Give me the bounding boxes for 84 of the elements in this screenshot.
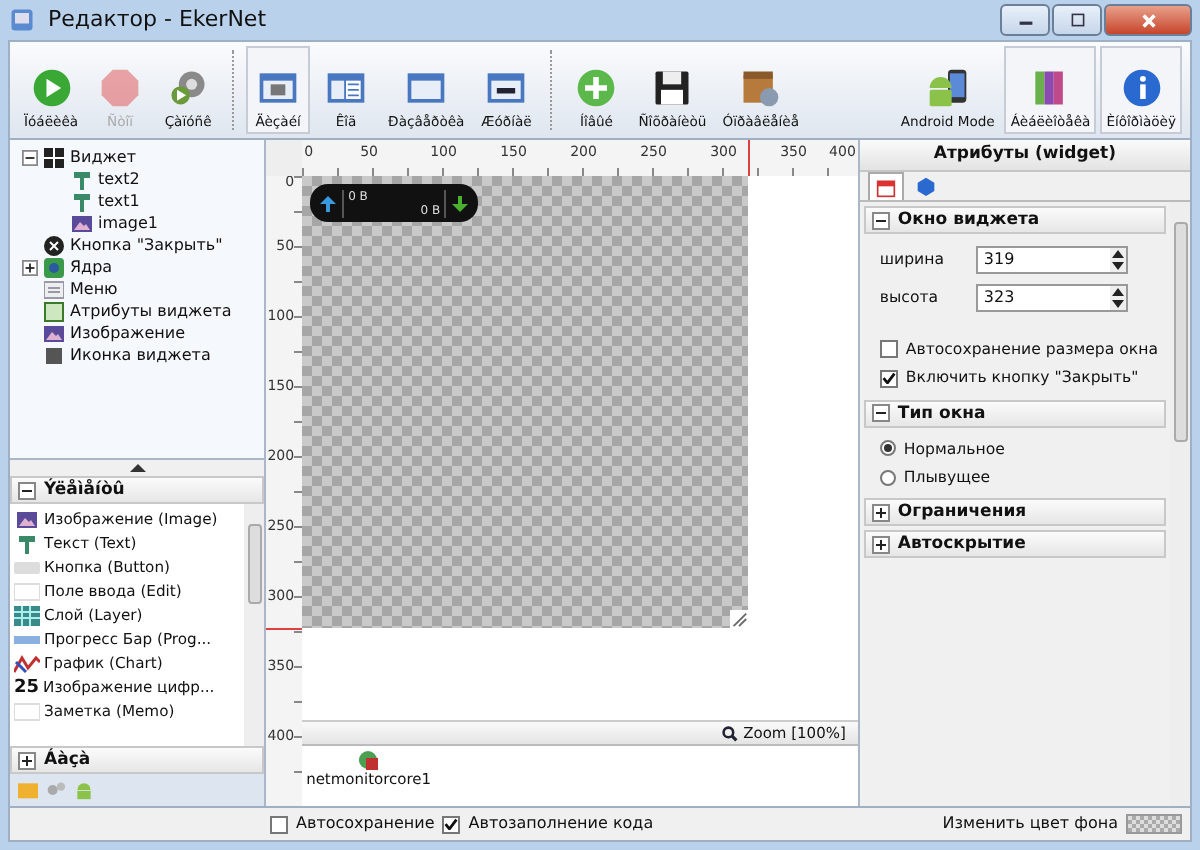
tree-item[interactable]: text2	[98, 169, 140, 189]
close-button[interactable]	[1104, 4, 1192, 36]
section-title: Ограничения	[897, 502, 1027, 523]
expand-icon[interactable]	[18, 751, 36, 769]
app-icon	[8, 6, 36, 34]
search-icon[interactable]	[721, 723, 738, 743]
tree-item[interactable]: Ядра	[70, 257, 113, 277]
maximize-button[interactable]	[1052, 4, 1102, 36]
tree-item[interactable]: Атрибуты виджета	[70, 301, 232, 321]
button-icon	[14, 558, 40, 578]
background-color-label[interactable]: Изменить цвет фона	[942, 814, 1118, 834]
stop-icon	[98, 65, 143, 110]
frame-icon	[44, 301, 64, 321]
expand-icon[interactable]	[871, 503, 890, 522]
checkbox-label[interactable]: Автозаполнение кода	[468, 814, 654, 834]
tree-item[interactable]: Меню	[70, 279, 118, 299]
check-icon	[444, 817, 459, 831]
digits-icon: 25	[14, 677, 40, 699]
radio-button[interactable]	[879, 440, 896, 457]
text-icon	[14, 534, 40, 554]
radio-button[interactable]	[879, 469, 896, 486]
section-header[interactable]: Тип окна	[863, 399, 1166, 428]
section-title: Автоскрытие	[897, 534, 1026, 555]
checkbox[interactable]	[879, 369, 898, 388]
maximize-icon	[1069, 12, 1085, 28]
section-title: Ýëåìåíòû	[44, 479, 125, 501]
section-title: Áàçà	[44, 749, 91, 771]
spin-arrows-icon[interactable]	[1109, 286, 1126, 310]
number-spinner[interactable]: 323	[975, 284, 1128, 312]
tree-item[interactable]: Виджет	[70, 147, 137, 167]
scrollbar[interactable]	[244, 504, 265, 746]
layer-grid-icon	[14, 606, 40, 626]
image-icon	[44, 323, 64, 343]
checkbox[interactable]	[442, 815, 461, 833]
expand-icon[interactable]	[22, 259, 38, 275]
up-arrow-icon	[318, 193, 339, 213]
expand-icon[interactable]	[871, 535, 890, 554]
cube-icon	[915, 176, 936, 196]
grid-icon	[44, 147, 64, 167]
color-swatch[interactable]	[1126, 814, 1182, 834]
checkbox-label[interactable]: Автосохранение	[296, 814, 435, 834]
number-spinner[interactable]: 319	[975, 246, 1128, 274]
add-icon	[574, 65, 619, 110]
collapse-icon[interactable]	[871, 404, 890, 423]
android-phone-icon	[925, 65, 970, 110]
play-icon	[29, 65, 74, 110]
collapse-icon[interactable]	[871, 211, 890, 229]
spin-arrows-icon[interactable]	[1109, 248, 1126, 272]
tree-item[interactable]: Кнопка "Закрыть"	[70, 235, 223, 255]
square-icon	[44, 345, 64, 365]
panel-title: Атрибуты (widget)	[859, 140, 1190, 172]
tree-item[interactable]: image1	[98, 213, 159, 233]
chart-icon	[14, 654, 40, 674]
network-component-icon[interactable]	[358, 750, 379, 770]
check-icon	[881, 371, 896, 385]
section-title: Тип окна	[897, 403, 986, 424]
calendar-icon	[875, 177, 896, 197]
info-icon	[1119, 65, 1164, 110]
tree-item[interactable]: Изображение	[70, 323, 186, 343]
collapse-icon[interactable]	[22, 149, 38, 165]
section-header[interactable]: Автоскрытие	[863, 530, 1166, 559]
tree-item[interactable]: text1	[98, 191, 140, 211]
close-icon	[1139, 11, 1157, 29]
collapse-icon[interactable]	[18, 481, 36, 499]
collapse-arrow-icon[interactable]	[127, 462, 148, 474]
minimize-button[interactable]	[1000, 4, 1050, 36]
window-title: Редактор - EkerNet	[48, 6, 269, 34]
section-header[interactable]: Ýëåìåíòû	[10, 476, 265, 504]
panel-tab[interactable]	[867, 172, 904, 200]
close-circle-icon	[44, 235, 64, 255]
menu-icon	[44, 279, 64, 299]
down-arrow-icon	[450, 193, 471, 213]
image-icon	[72, 213, 92, 233]
progress-bar-icon	[14, 630, 40, 650]
section-header[interactable]: Окно виджета	[863, 206, 1166, 234]
resize-grip-icon[interactable]	[730, 610, 749, 628]
image-icon	[14, 510, 40, 530]
checkbox[interactable]	[879, 340, 898, 359]
section-header[interactable]: Áàçà	[10, 746, 265, 774]
tree-item[interactable]: Иконка виджета	[70, 345, 211, 365]
section-header[interactable]: Ограничения	[863, 498, 1166, 527]
checkbox[interactable]	[270, 815, 288, 833]
chip-icon	[44, 257, 64, 277]
section-title: Окно виджета	[897, 209, 1040, 231]
